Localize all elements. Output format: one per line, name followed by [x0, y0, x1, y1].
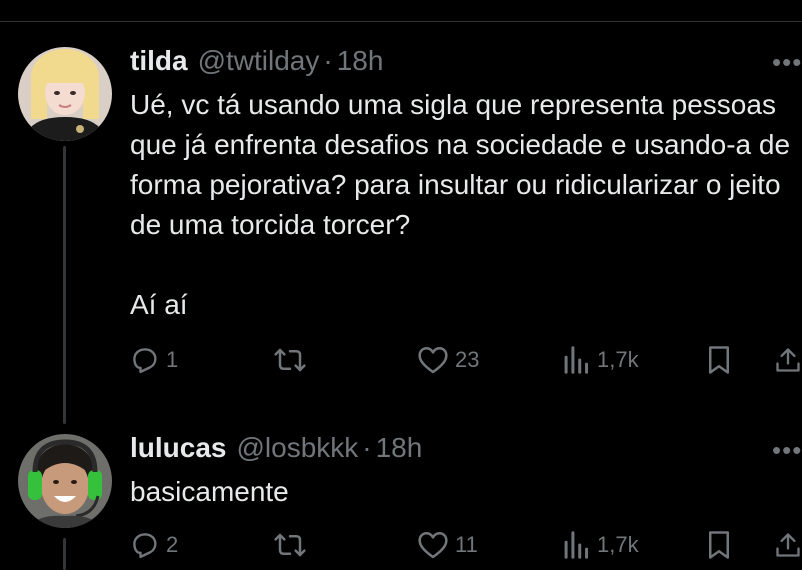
bookmark-button[interactable]	[706, 345, 732, 375]
share-icon	[776, 533, 800, 557]
action-bar: 2 11 1,7k	[0, 530, 802, 570]
tweet[interactable]: lulucas @losbkkk · 18h ••• basicamente 2…	[0, 420, 802, 570]
ellipsis-icon: •••	[772, 435, 802, 465]
avatar[interactable]	[18, 47, 112, 141]
tweet-header: tilda @twtilday · 18h	[130, 45, 383, 77]
retweet-icon	[274, 533, 306, 557]
avatar[interactable]	[18, 434, 112, 528]
bar-chart-icon	[564, 531, 589, 559]
like-button[interactable]: 23	[417, 345, 479, 375]
reply-icon	[133, 533, 157, 559]
reply-count: 1	[166, 347, 179, 372]
share-button[interactable]	[774, 530, 802, 560]
view-count: 1,7k	[597, 532, 639, 557]
retweet-button[interactable]	[273, 345, 307, 375]
timestamp[interactable]: 18h	[376, 432, 423, 464]
like-button[interactable]: 11	[417, 530, 478, 560]
more-options-button[interactable]: •••	[772, 49, 802, 75]
action-bar: 1 23 1,7k	[0, 345, 802, 385]
reply-button[interactable]: 1	[130, 345, 178, 375]
share-icon	[776, 348, 800, 372]
tweet-text: Ué, vc tá usando uma sigla que represent…	[130, 89, 791, 320]
timestamp[interactable]: 18h	[337, 45, 384, 77]
heart-icon	[418, 347, 448, 374]
retweet-icon	[274, 348, 306, 372]
reply-count: 2	[166, 532, 179, 557]
tweet[interactable]: tilda @twtilday · 18h ••• Ué, vc tá usan…	[0, 0, 802, 420]
like-count: 23	[455, 347, 480, 372]
view-count: 1,7k	[597, 347, 639, 372]
separator: ·	[323, 45, 333, 76]
retweet-button[interactable]	[273, 530, 307, 560]
more-options-button[interactable]: •••	[772, 437, 802, 463]
bar-chart-icon	[564, 346, 589, 374]
reply-icon	[133, 348, 157, 374]
separator: ·	[362, 432, 372, 463]
share-button[interactable]	[774, 345, 802, 375]
heart-icon	[418, 532, 448, 559]
ellipsis-icon: •••	[772, 47, 802, 77]
display-name[interactable]: lulucas	[130, 432, 226, 464]
display-name[interactable]: tilda	[130, 45, 188, 77]
bookmark-icon	[709, 531, 729, 559]
reply-button[interactable]: 2	[130, 530, 178, 560]
like-count: 11	[455, 532, 478, 557]
bookmark-button[interactable]	[706, 530, 732, 560]
tweet-text: basicamente	[130, 476, 289, 507]
views-button[interactable]: 1,7k	[563, 345, 639, 375]
handle[interactable]: @losbkkk	[236, 432, 358, 464]
views-button[interactable]: 1,7k	[563, 530, 639, 560]
handle[interactable]: @twtilday	[198, 45, 320, 77]
tweet-header: lulucas @losbkkk · 18h	[130, 432, 422, 464]
bookmark-icon	[709, 346, 729, 374]
